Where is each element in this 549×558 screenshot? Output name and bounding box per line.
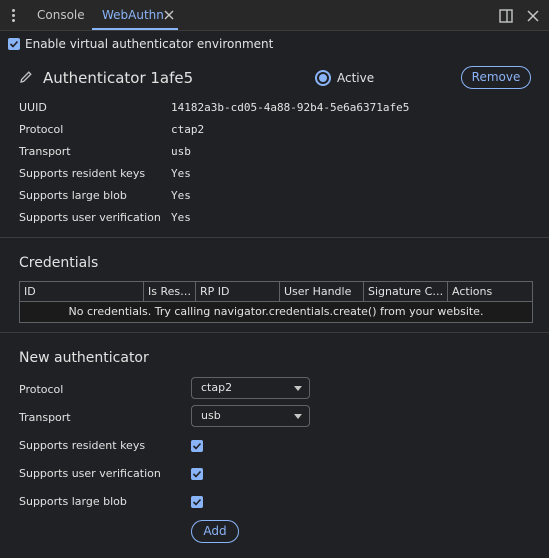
- protocol-select[interactable]: ctap2: [191, 377, 310, 399]
- user-verification-label: Supports user verification: [19, 211, 161, 224]
- devtools-tabbar: Console WebAuthn: [0, 0, 549, 31]
- authenticator-title: Authenticator 1afe5: [43, 69, 194, 87]
- column-is-resident[interactable]: Is Res…: [144, 282, 196, 302]
- large-blob-checkbox[interactable]: [191, 496, 203, 508]
- credentials-table-header: ID Is Res… RP ID User Handle Signature C…: [20, 282, 532, 302]
- resident-keys-value: Yes: [171, 167, 191, 180]
- close-panel-icon[interactable]: [526, 9, 540, 23]
- credentials-title: Credentials: [19, 255, 99, 271]
- uuid-value: 14182a3b-cd05-4a88-92b4-5e6a6371afe5: [171, 101, 410, 114]
- credentials-table: ID Is Res… RP ID User Handle Signature C…: [19, 281, 533, 323]
- user-verification-form-label: Supports user verification: [19, 467, 161, 480]
- tab-webauthn[interactable]: WebAuthn: [102, 0, 164, 31]
- close-tab-icon[interactable]: [163, 9, 175, 21]
- active-radio[interactable]: [315, 70, 331, 86]
- user-verification-value: Yes: [171, 211, 191, 224]
- active-label: Active: [337, 71, 375, 85]
- large-blob-form-label: Supports large blob: [19, 495, 127, 508]
- chevron-down-icon: [294, 414, 302, 419]
- resident-keys-checkbox[interactable]: [191, 440, 203, 452]
- resident-keys-form-label: Supports resident keys: [19, 439, 146, 452]
- section-divider: [0, 237, 549, 238]
- column-signature-count[interactable]: Signature C…: [364, 282, 448, 302]
- edit-name-icon[interactable]: [19, 70, 33, 84]
- new-authenticator-title: New authenticator: [19, 350, 149, 366]
- uuid-label: UUID: [19, 101, 47, 114]
- column-user-handle[interactable]: User Handle: [280, 282, 364, 302]
- transport-select[interactable]: usb: [191, 405, 310, 427]
- credentials-empty-message: No credentials. Try calling navigator.cr…: [20, 302, 532, 322]
- add-button[interactable]: Add: [191, 520, 239, 543]
- transport-label: Transport: [19, 145, 71, 158]
- protocol-select-value: ctap2: [201, 381, 233, 394]
- enable-virtual-authenticator-label: Enable virtual authenticator environment: [25, 37, 274, 51]
- transport-value: usb: [171, 145, 191, 158]
- dock-side-icon[interactable]: [499, 9, 513, 23]
- remove-button[interactable]: Remove: [461, 66, 531, 89]
- section-divider: [0, 332, 549, 333]
- column-rp-id[interactable]: RP ID: [196, 282, 280, 302]
- user-verification-checkbox[interactable]: [191, 468, 203, 480]
- transport-form-label: Transport: [19, 411, 71, 424]
- active-tab-indicator: [92, 28, 178, 30]
- transport-select-value: usb: [201, 409, 221, 422]
- tab-console[interactable]: Console: [37, 0, 85, 31]
- large-blob-label: Supports large blob: [19, 189, 127, 202]
- large-blob-value: Yes: [171, 189, 191, 202]
- protocol-label: Protocol: [19, 123, 64, 136]
- resident-keys-label: Supports resident keys: [19, 167, 146, 180]
- protocol-form-label: Protocol: [19, 383, 64, 396]
- enable-virtual-authenticator-checkbox[interactable]: [8, 38, 20, 50]
- column-actions[interactable]: Actions: [448, 282, 532, 302]
- chevron-down-icon: [294, 386, 302, 391]
- more-options-icon[interactable]: [8, 8, 20, 24]
- column-id[interactable]: ID: [20, 282, 144, 302]
- protocol-value: ctap2: [171, 123, 205, 136]
